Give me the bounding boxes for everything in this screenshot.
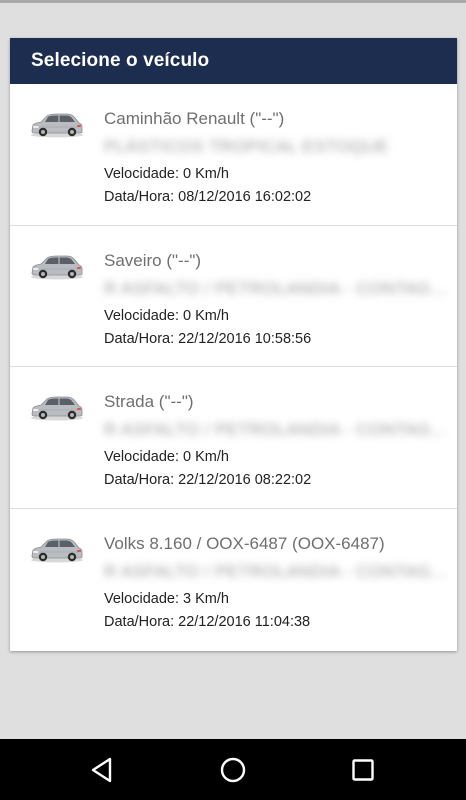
vehicle-address: PLÁSTICOS TROPICAL ESTOQUE <box>104 137 389 156</box>
dialog-header: Selecione o veículo <box>10 38 457 84</box>
vehicle-address: R ASFALTO / PETROLANDIA - CONTAG... <box>104 561 445 581</box>
android-navigation-bar <box>0 739 466 800</box>
recents-square-icon[interactable] <box>348 755 378 785</box>
vehicle-select-dialog: Selecione o veículo Caminhão Renault ("-… <box>10 38 457 651</box>
vehicle-address: R ASFALTO / PETROLANDIA - CONTAG... <box>104 420 445 439</box>
vehicle-datetime: Data/Hora: 22/12/2016 08:22:02 <box>104 472 312 488</box>
vehicle-list-item[interactable]: Volks 8.160 / OOX-6487 (OOX-6487) R ASFA… <box>10 508 457 650</box>
vehicle-name: Saveiro ("--") <box>104 250 202 270</box>
status-bar-strip <box>0 0 466 3</box>
car-icon <box>30 537 84 563</box>
dialog-title: Selecione o veículo <box>31 50 210 71</box>
home-circle-icon[interactable] <box>218 755 248 785</box>
vehicle-name: Volks 8.160 / OOX-6487 (OOX-6487) <box>104 533 385 553</box>
vehicle-speed: Velocidade: 3 Km/h <box>104 590 229 607</box>
vehicle-datetime: Data/Hora: 08/12/2016 16:02:02 <box>104 189 312 205</box>
vehicle-datetime: Data/Hora: 22/12/2016 10:58:56 <box>104 330 312 347</box>
vehicle-address: R ASFALTO / PETROLANDIA - CONTAG... <box>104 278 445 298</box>
car-icon <box>30 254 84 280</box>
back-triangle-icon[interactable] <box>88 755 118 785</box>
vehicle-speed: Velocidade: 0 Km/h <box>104 449 229 465</box>
vehicle-list-item[interactable]: Strada ("--") R ASFALTO / PETROLANDIA - … <box>10 367 457 509</box>
vehicle-list-item[interactable]: Saveiro ("--") R ASFALTO / PETROLANDIA -… <box>10 225 457 367</box>
vehicle-name: Strada ("--") <box>104 392 194 411</box>
vehicle-list-item[interactable]: Caminhão Renault ("--") PLÁSTICOS TROPIC… <box>10 84 457 226</box>
car-icon <box>30 112 84 138</box>
vehicle-speed: Velocidade: 0 Km/h <box>104 307 229 324</box>
car-icon <box>30 395 84 421</box>
vehicle-speed: Velocidade: 0 Km/h <box>104 166 229 182</box>
vehicle-name: Caminhão Renault ("--") <box>104 109 285 128</box>
vehicle-datetime: Data/Hora: 22/12/2016 11:04:38 <box>104 613 311 630</box>
